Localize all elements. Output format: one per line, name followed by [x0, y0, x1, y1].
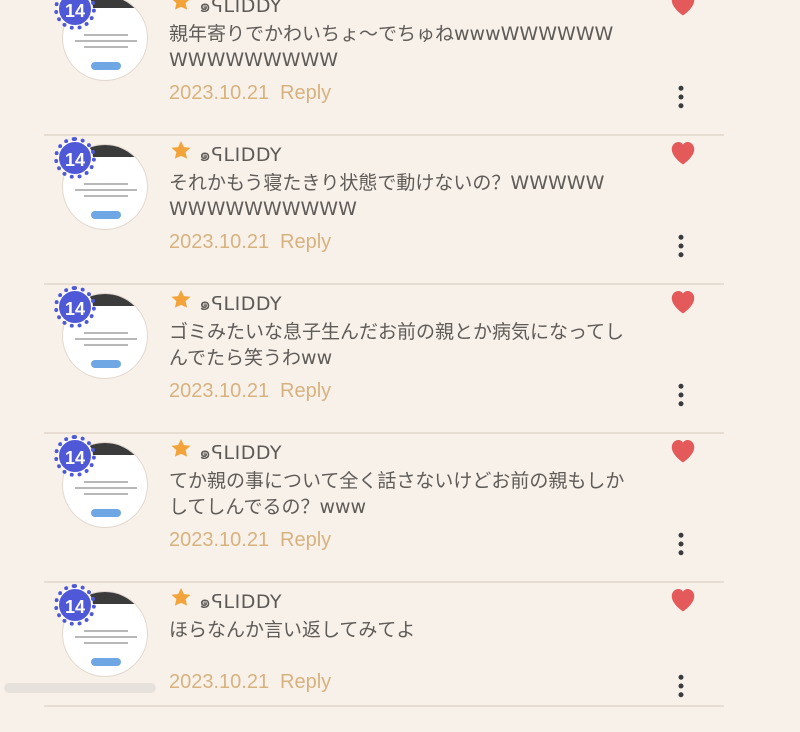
avatar-content	[75, 332, 137, 350]
author-name[interactable]: ๑ᕋLIDDY	[199, 289, 282, 319]
star-icon	[172, 0, 190, 10]
more-vertical-icon[interactable]	[666, 529, 696, 559]
comment-item: 14 ๑ᕋLIDDY てか親の事について全く話さないけどお前の親もしか してしん…	[0, 434, 800, 583]
more-vertical-icon[interactable]	[666, 380, 696, 410]
comment-text: てか親の事について全く話さないけどお前の親もしか してしんでるの？www	[169, 468, 629, 520]
comment-date: 2023.10.21	[169, 231, 270, 253]
reply-link[interactable]: Reply	[280, 231, 331, 254]
avatar-content	[75, 183, 137, 201]
scroll-indicator[interactable]	[4, 683, 156, 693]
comment-date: 2023.10.21	[169, 380, 270, 402]
comment-text-line1: てか親の事について全く話さないけどお前の親もしか	[169, 470, 625, 492]
heart-icon[interactable]	[668, 138, 698, 166]
heart-icon[interactable]	[668, 287, 698, 315]
reply-link[interactable]: Reply	[280, 380, 331, 403]
reply-link[interactable]: Reply	[280, 82, 331, 105]
comment-item: 14 ๑ᕋLIDDY ゴミみたいな息子生んだお前の親とか病気になってし んでたら…	[0, 285, 800, 434]
level-badge: 14	[54, 286, 96, 328]
comment-text-line1: ゴミみたいな息子生んだお前の親とか病気になってし	[169, 321, 625, 343]
star-icon	[171, 141, 191, 159]
avatar-button	[91, 658, 121, 666]
comment-date: 2023.10.21	[169, 82, 270, 104]
author-name[interactable]: ๑ᕋLIDDY	[199, 587, 282, 617]
level-badge: 14	[54, 137, 96, 179]
star-icon	[171, 588, 191, 606]
avatar-button	[91, 211, 121, 219]
comment-date: 2023.10.21	[169, 529, 270, 551]
avatar-content	[75, 630, 137, 648]
comment-item: 14 ๑ᕋLIDDY それかもう寝たきり状態で動けないの？WWWWW WWWWW…	[0, 136, 800, 285]
comment-text-line2: んでたら笑うわww	[169, 347, 333, 369]
heart-icon[interactable]	[668, 585, 698, 613]
comment-text-line2: してしんでるの？www	[169, 496, 367, 518]
comment-date: 2023.10.21	[169, 671, 270, 693]
comment-text: それかもう寝たきり状態で動けないの？WWWWW WWWWWWWWWW	[169, 170, 629, 222]
heart-icon[interactable]	[668, 0, 698, 17]
level-badge: 14	[54, 584, 96, 626]
star-icon	[171, 290, 191, 308]
more-vertical-icon[interactable]	[666, 671, 696, 701]
comment-list: 14 ๑ᕋLIDDY 親年寄りでかわいちょ〜でちゅねwwwWWWWWW WWWW…	[0, 0, 800, 708]
comment-item: 14 ๑ᕋLIDDY ほらなんか言い返してみてよ 2023.10.21 Repl…	[0, 583, 800, 732]
comment-text: ほらなんか言い返してみてよ	[169, 617, 629, 643]
comment-text: ゴミみたいな息子生んだお前の親とか病気になってし んでたら笑うわww	[169, 319, 629, 371]
avatar-button	[91, 509, 121, 517]
avatar-button	[91, 62, 121, 70]
heart-icon[interactable]	[668, 436, 698, 464]
avatar-content	[75, 34, 137, 52]
reply-link[interactable]: Reply	[280, 529, 331, 552]
comment-text: 親年寄りでかわいちょ〜でちゅねwwwWWWWWW WWWWWWWWW	[169, 21, 629, 73]
comment-text-line2: WWWWWWWWWW	[169, 198, 357, 220]
comment-text-line2: WWWWWWWWW	[169, 49, 339, 71]
level-badge: 14	[54, 435, 96, 477]
star-icon	[171, 439, 191, 457]
comment-item: 14 ๑ᕋLIDDY 親年寄りでかわいちょ〜でちゅねwwwWWWWWW WWWW…	[0, 0, 800, 136]
more-vertical-icon[interactable]	[666, 82, 696, 112]
reply-link[interactable]: Reply	[280, 671, 331, 694]
author-name[interactable]: ๑ᕋLIDDY	[199, 0, 282, 21]
comment-text-line1: ほらなんか言い返してみてよ	[169, 619, 416, 641]
author-name[interactable]: ๑ᕋLIDDY	[199, 140, 282, 170]
more-vertical-icon[interactable]	[666, 231, 696, 261]
author-name[interactable]: ๑ᕋLIDDY	[199, 438, 282, 468]
avatar-content	[75, 481, 137, 499]
comment-text-line1: 親年寄りでかわいちょ〜でちゅねwwwWWWWWW	[169, 23, 614, 45]
comment-text-line1: それかもう寝たきり状態で動けないの？WWWWW	[169, 172, 605, 194]
avatar-button	[91, 360, 121, 368]
